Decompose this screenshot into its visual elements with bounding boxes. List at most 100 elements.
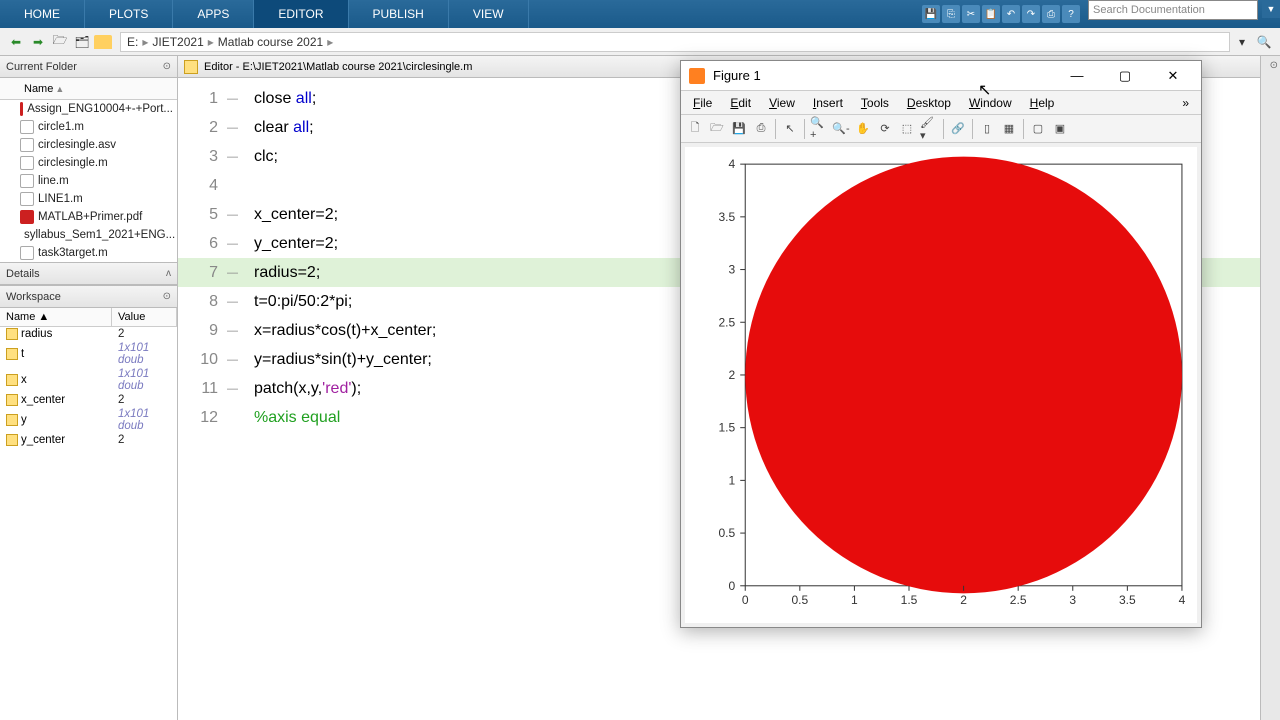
data-cursor-icon[interactable]: ⬚ [897,119,917,139]
ribbon-tab-publish[interactable]: PUBLISH [349,0,449,28]
workspace-row[interactable]: x1x101 doub [0,367,177,393]
print-figure-icon[interactable]: ⎙ [751,119,771,139]
variable-icon [6,328,18,340]
figure-menu-window[interactable]: Window [961,94,1020,112]
circle-patch [745,157,1182,594]
figure-menu-file[interactable]: File [685,94,720,112]
figure-menu-insert[interactable]: Insert [805,94,851,112]
file-name-column-header[interactable]: Name ▲ [0,78,177,100]
figure-menu-tools[interactable]: Tools [853,94,897,112]
undo-icon[interactable]: ↶ [1002,5,1020,23]
search-folder-icon[interactable]: 🔍 [1254,32,1274,52]
file-name: LINE1.m [38,193,83,205]
m-file-icon [20,246,34,260]
file-item[interactable]: circlesingle.asv [0,136,177,154]
breadcrumb-part[interactable]: JIET2021 [152,35,203,49]
figure-title-bar[interactable]: Figure 1 — ▢ ✕ [681,61,1201,91]
pan-icon[interactable]: ✋ [853,119,873,139]
ribbon-tab-editor[interactable]: EDITOR [254,0,348,28]
line-number: 11 [178,374,224,403]
new-figure-icon[interactable]: 🗋 [685,119,705,139]
file-item[interactable]: circle1.m [0,118,177,136]
file-item[interactable]: task3target.m [0,244,177,262]
search-dropdown[interactable]: ▼ [1262,0,1280,18]
workspace-row[interactable]: t 1x101 doub [0,341,177,367]
link-icon[interactable]: 🔗 [948,119,968,139]
workspace-table-header[interactable]: Name ▲ Value [0,308,177,327]
figure-menu-view[interactable]: View [761,94,803,112]
open-figure-icon[interactable]: 🗁 [707,119,727,139]
right-dock-menu[interactable]: ⊙ [1270,60,1278,71]
ribbon-tab-home[interactable]: HOME [0,0,85,28]
ribbon-tab-plots[interactable]: PLOTS [85,0,173,28]
brush-icon[interactable]: 🖌▾ [919,119,939,139]
current-folder-menu[interactable]: ⊙ [163,61,171,72]
file-item[interactable]: circlesingle.m [0,154,177,172]
hide-tools-icon[interactable]: ▢ [1028,119,1048,139]
up-folder-button[interactable]: 🗁 [50,32,70,52]
minimize-button[interactable]: — [1057,62,1097,90]
file-item[interactable]: LINE1.m [0,190,177,208]
svg-text:2.5: 2.5 [718,315,735,329]
variable-name: y_center [21,434,65,446]
breadcrumb-part[interactable]: E: [127,35,138,49]
close-button[interactable]: ✕ [1153,62,1193,90]
m-file-icon [20,174,34,188]
matlab-icon [689,68,705,84]
cut-icon[interactable]: ✂ [962,5,980,23]
file-item[interactable]: line.m [0,172,177,190]
code-text: y=radius*sin(t)+y_center; [224,345,432,374]
line-number: 3 [178,142,224,171]
copy-icon[interactable]: ⎘ [942,5,960,23]
ribbon-tab-apps[interactable]: APPS [173,0,254,28]
variable-name: t [21,348,24,360]
search-documentation-input[interactable]: Search Documentation [1088,0,1258,20]
figure-axes[interactable]: 00.511.522.533.5400.511.522.533.54 [685,147,1197,623]
rotate-icon[interactable]: ⟳ [875,119,895,139]
code-text [224,171,254,200]
redo-icon[interactable]: ↷ [1022,5,1040,23]
file-item[interactable]: MATLAB+Primer.pdf [0,208,177,226]
figure-menu-help[interactable]: Help [1022,94,1063,112]
browse-button[interactable]: 🗂 [72,32,92,52]
variable-value: 1x101 doub [112,341,177,367]
back-button[interactable]: ⬅ [6,32,26,52]
figure-menu-desktop[interactable]: Desktop [899,94,959,112]
variable-icon [6,434,18,446]
paste-icon[interactable]: 📋 [982,5,1000,23]
file-item[interactable]: Assign_ENG10004+-+Port... [0,100,177,118]
workspace-menu[interactable]: ⊙ [163,291,171,302]
figure-menu-edit[interactable]: Edit [722,94,759,112]
ribbon-quick-icons: 💾 ⎘ ✂ 📋 ↶ ↷ ⎙ ? [918,0,1084,28]
workspace-row[interactable]: y_center2 [0,433,177,447]
pointer-icon[interactable]: ↖ [780,119,800,139]
file-item[interactable]: syllabus_Sem1_2021+ENG... [0,226,177,244]
zoom-out-icon[interactable]: 🔍- [831,119,851,139]
breadcrumb-dropdown[interactable]: ▾ [1232,32,1252,52]
m-file-icon [20,120,34,134]
address-bar: ⬅ ➡ 🗁 🗂 E:▸JIET2021▸Matlab course 2021▸ … [0,28,1280,56]
pdf-file-icon [20,210,34,224]
figure-window[interactable]: Figure 1 — ▢ ✕ FileEditViewInsertToolsDe… [680,60,1202,628]
workspace-row[interactable]: radius2 [0,327,177,341]
details-panel: Details ʌ [0,262,177,285]
details-toggle[interactable]: ʌ [166,268,171,279]
save-figure-icon[interactable]: 💾 [729,119,749,139]
legend-icon[interactable]: ▦ [999,119,1019,139]
zoom-in-icon[interactable]: 🔍+ [809,119,829,139]
breadcrumb-part[interactable]: Matlab course 2021 [218,35,323,49]
forward-button[interactable]: ➡ [28,32,48,52]
save-icon[interactable]: 💾 [922,5,940,23]
pdf-file-icon [20,102,23,116]
breadcrumb[interactable]: E:▸JIET2021▸Matlab course 2021▸ [120,32,1230,52]
maximize-button[interactable]: ▢ [1105,62,1145,90]
figure-menu-more[interactable]: » [1174,94,1197,112]
ribbon-tab-view[interactable]: VIEW [449,0,529,28]
help-icon[interactable]: ? [1062,5,1080,23]
svg-text:3.5: 3.5 [1119,593,1136,607]
show-tools-icon[interactable]: ▣ [1050,119,1070,139]
colorbar-icon[interactable]: ▯ [977,119,997,139]
workspace-row[interactable]: y1x101 doub [0,407,177,433]
workspace-row[interactable]: x_center2 [0,393,177,407]
print-icon[interactable]: ⎙ [1042,5,1060,23]
